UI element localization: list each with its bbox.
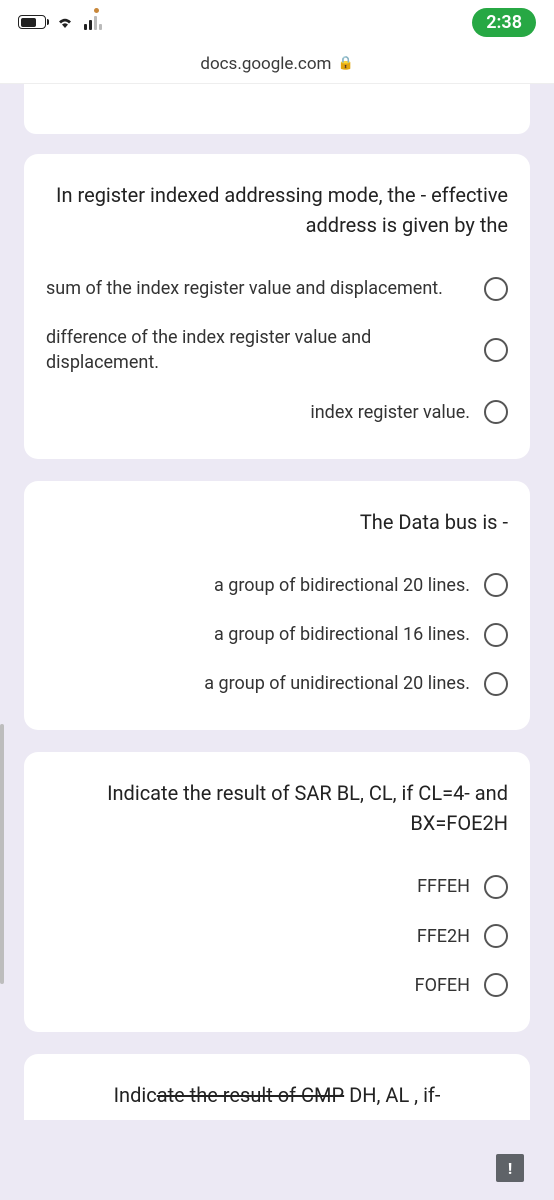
previous-card-edge [24,84,530,134]
radio-button[interactable] [484,400,508,424]
option-row[interactable]: difference of the index register value a… [46,313,508,387]
option-row[interactable]: FFE2H [46,912,508,961]
option-row[interactable]: FFFEH [46,862,508,911]
question-card: Indicate the result of SAR BL, CL, if CL… [24,752,530,1032]
question-text: In register indexed addressing mode, the… [46,180,508,240]
option-row[interactable]: a group of unidirectional 20 lines. [46,659,508,708]
radio-button[interactable] [484,924,508,948]
question-card: The Data bus is - a group of bidirection… [24,481,530,731]
option-row[interactable]: a group of bidirectional 16 lines. [46,610,508,659]
option-label: sum of the index register value and disp… [46,276,470,301]
option-row[interactable]: index register value. [46,388,508,437]
option-label: a group of bidirectional 16 lines. [46,622,470,647]
alert-badge[interactable]: ! [496,1154,524,1182]
option-label: FFE2H [46,924,470,949]
battery-icon [18,15,46,29]
status-bar: 2:38 [0,0,554,44]
lock-icon: 🔒 [337,56,353,71]
radio-button[interactable] [484,277,508,301]
wifi-icon [56,15,74,29]
option-label: a group of bidirectional 20 lines. [46,573,470,598]
question-card: Indicate the result of CMP DH, AL , if- [24,1054,530,1120]
time-pill: 2:38 [472,8,536,37]
option-label: index register value. [46,400,470,425]
radio-button[interactable] [484,573,508,597]
option-row[interactable]: a group of bidirectional 20 lines. [46,561,508,610]
option-row[interactable]: FOFEH [46,961,508,1010]
radio-button[interactable] [484,623,508,647]
option-row[interactable]: sum of the index register value and disp… [46,264,508,313]
signal-icon [84,14,102,30]
question-card: In register indexed addressing mode, the… [24,154,530,459]
scroll-indicator[interactable] [0,724,4,984]
address-bar[interactable]: docs.google.com 🔒 [0,44,554,84]
option-label: difference of the index register value a… [46,325,470,375]
option-label: a group of unidirectional 20 lines. [46,671,470,696]
radio-button[interactable] [484,672,508,696]
question-text: Indicate the result of SAR BL, CL, if CL… [46,778,508,838]
status-left [18,14,102,30]
radio-button[interactable] [484,338,508,362]
option-label: FOFEH [46,973,470,998]
radio-button[interactable] [484,973,508,997]
question-text: The Data bus is - [46,507,508,537]
radio-button[interactable] [484,875,508,899]
content-area: In register indexed addressing mode, the… [0,84,554,1200]
option-label: FFFEH [46,874,470,899]
address-domain: docs.google.com [200,54,331,74]
question-text: Indicate the result of CMP DH, AL , if- [46,1080,508,1110]
